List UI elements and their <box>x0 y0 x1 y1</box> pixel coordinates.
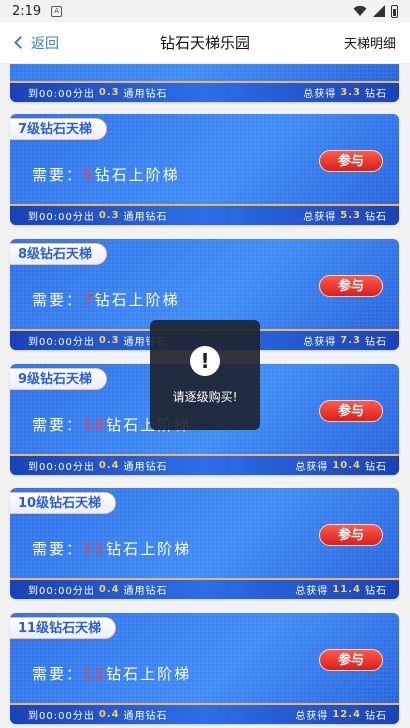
status-bar: 2:19 A <box>0 0 410 22</box>
battery-icon <box>391 4 398 18</box>
card-footer: 到00:00分出 0.4 通用钻石 总获得 11.4 钻石 <box>10 578 399 599</box>
toast-message: ! 请逐级购买! <box>150 320 260 430</box>
back-button[interactable]: 返回 <box>0 33 59 53</box>
card-footer: 到00:00分出 0.4 通用钻石 总获得 12.4 钻石 <box>10 703 399 724</box>
card-footer: 到00:00分出 0.3 通用钻石 总获得 3.3 钻石 <box>10 81 399 102</box>
chevron-left-icon <box>14 36 27 49</box>
status-time: 2:19 <box>12 3 42 19</box>
need-count: 12 <box>83 665 107 683</box>
need-text: 需要：7钻石上阶梯 <box>32 291 180 309</box>
card-footer: 到00:00分出 0.3 通用钻石 总获得 5.3 钻石 <box>10 204 399 225</box>
ladder-detail-link[interactable]: 天梯明细 <box>344 33 410 52</box>
ladder-level-title: 8级钻石天梯 <box>10 243 108 265</box>
footer-total: 总获得 3.3 钻石 <box>303 87 387 100</box>
exclamation-icon: ! <box>190 345 220 376</box>
need-count: 10 <box>83 416 107 434</box>
signal-icon <box>373 5 385 17</box>
join-button[interactable]: 参与 <box>319 150 383 172</box>
toast-text: 请逐级购买! <box>172 389 238 404</box>
join-button[interactable]: 参与 <box>319 400 383 422</box>
nav-bar: 返回 钻石天梯乐园 天梯明细 <box>0 22 410 64</box>
ladder-level-title: 11级钻石天梯 <box>10 617 117 639</box>
footer-unit: 通用钻石 <box>123 89 168 100</box>
notification-icon: A <box>51 5 63 17</box>
footer-deadline: 到00:00分出 <box>28 89 95 100</box>
need-count: 11 <box>83 540 107 558</box>
wifi-icon <box>353 5 367 16</box>
ladder-card: 7级钻石天梯 需要：5钻石上阶梯 参与 到00:00分出 0.3 通用钻石 总获… <box>10 114 399 225</box>
need-count: 7 <box>83 291 95 309</box>
ladder-level-title: 7级钻石天梯 <box>10 118 108 140</box>
ladder-card: 到00:00分出 0.3 通用钻石 总获得 3.3 钻石 <box>10 64 399 102</box>
join-button[interactable]: 参与 <box>319 649 383 671</box>
join-button[interactable]: 参与 <box>319 275 383 297</box>
ladder-level-title: 10级钻石天梯 <box>10 492 117 514</box>
need-text: 需要：11钻石上阶梯 <box>32 540 192 558</box>
need-count: 5 <box>83 166 95 184</box>
card-footer: 到00:00分出 0.4 通用钻石 总获得 10.4 钻石 <box>10 454 399 475</box>
footer-rate: 0.3 <box>98 87 120 98</box>
footer-total-value: 3.3 <box>340 87 361 98</box>
need-text: 需要：12钻石上阶梯 <box>32 665 192 683</box>
ladder-card: 10级钻石天梯 需要：11钻石上阶梯 参与 到00:00分出 0.4 通用钻石 … <box>10 488 399 599</box>
status-icons <box>353 4 398 18</box>
ladder-card: 11级钻石天梯 需要：12钻石上阶梯 参与 到00:00分出 0.4 通用钻石 … <box>10 613 399 724</box>
join-button[interactable]: 参与 <box>319 524 383 546</box>
back-label: 返回 <box>31 35 59 52</box>
ladder-level-title: 9级钻石天梯 <box>10 368 108 390</box>
need-text: 需要：5钻石上阶梯 <box>32 166 180 184</box>
